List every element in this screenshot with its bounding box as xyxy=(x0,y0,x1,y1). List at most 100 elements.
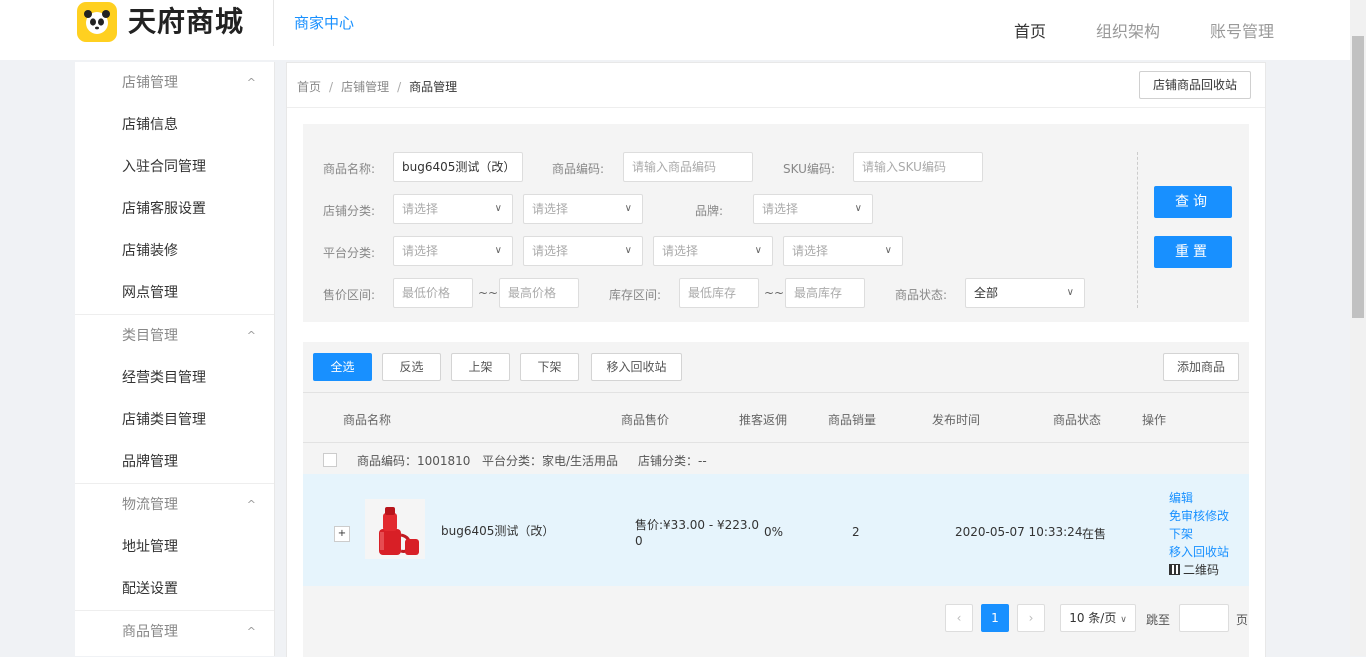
query-button[interactable]: 查询 xyxy=(1154,186,1232,218)
platform-category-select-4[interactable]: 请选择 ∨ xyxy=(783,236,903,266)
sales-value: 2 xyxy=(852,525,860,539)
sidebar-item-outlets[interactable]: 网点管理 xyxy=(75,272,274,314)
page-1-button[interactable]: 1 xyxy=(981,604,1009,632)
sidebar-group-logistics[interactable]: 物流管理 ^ xyxy=(75,483,274,526)
expand-row-icon[interactable]: + xyxy=(334,526,350,542)
max-stock-input[interactable]: 最高库存 xyxy=(785,278,865,308)
page-size-value: 10 条/页 xyxy=(1069,611,1117,625)
product-list-panel: 全选 反选 上架 下架 移入回收站 添加商品 商品名称 商品售价 推客返佣 商品… xyxy=(303,342,1249,657)
sidebar-item-customer-service[interactable]: 店铺客服设置 xyxy=(75,188,274,230)
shop-category-select-1[interactable]: 请选择 ∨ xyxy=(393,194,513,224)
chevron-down-icon: ∨ xyxy=(624,203,632,214)
nav-home[interactable]: 首页 xyxy=(1014,18,1046,42)
sidebar-item-shop-category[interactable]: 店铺类目管理 xyxy=(75,399,274,441)
edit-link[interactable]: 编辑 xyxy=(1169,489,1193,506)
product-name-input[interactable]: bug6405测试（改） xyxy=(393,152,523,182)
select-placeholder: 请选择 xyxy=(762,202,799,216)
sidebar-group-shop[interactable]: 店铺管理 ^ xyxy=(75,62,274,104)
quick-edit-link[interactable]: 免审核修改 xyxy=(1169,507,1229,524)
row-checkbox[interactable] xyxy=(323,453,337,467)
select-placeholder: 请选择 xyxy=(532,202,569,216)
status-select[interactable]: 全部 ∨ xyxy=(965,278,1085,308)
chevron-up-icon: ^ xyxy=(246,498,256,511)
shop-recycle-bin-button[interactable]: 店铺商品回收站 xyxy=(1139,71,1251,99)
scrollbar-thumb[interactable] xyxy=(1352,36,1364,318)
sidebar-item-decoration[interactable]: 店铺装修 xyxy=(75,230,274,272)
price-range-line1: 售价:¥33.00 - ¥223.0 xyxy=(635,518,759,532)
breadcrumb: 首页 / 店铺管理 / 商品管理 xyxy=(297,78,457,95)
product-code: 商品编码：1001810 xyxy=(357,454,471,468)
min-price-input[interactable]: 最低价格 xyxy=(393,278,473,308)
page-size-select[interactable]: 10 条/页 ∨ xyxy=(1060,604,1136,632)
divider xyxy=(287,107,1265,108)
range-separator: ~~ xyxy=(764,286,785,300)
shop-category-select-2[interactable]: 请选择 ∨ xyxy=(523,194,643,224)
sidebar-group-label: 店铺管理 xyxy=(122,75,178,91)
move-recycle-link[interactable]: 移入回收站 xyxy=(1169,543,1229,560)
select-all-button[interactable]: 全选 xyxy=(313,353,372,381)
nav-account[interactable]: 账号管理 xyxy=(1210,18,1274,42)
sidebar-group-products[interactable]: 商品管理 ^ xyxy=(75,610,274,653)
platform-category-select-1[interactable]: 请选择 ∨ xyxy=(393,236,513,266)
breadcrumb-home[interactable]: 首页 xyxy=(297,80,321,94)
select-placeholder: 请选择 xyxy=(402,244,439,258)
select-placeholder: 请选择 xyxy=(662,244,699,258)
select-placeholder: 请选择 xyxy=(532,244,569,258)
goto-page-input[interactable] xyxy=(1179,604,1229,632)
sidebar-group-category[interactable]: 类目管理 ^ xyxy=(75,314,274,357)
filter-divider xyxy=(1137,152,1138,308)
sidebar-item-address[interactable]: 地址管理 xyxy=(75,526,274,568)
prev-page-button[interactable]: ‹ xyxy=(945,604,973,632)
panda-logo-icon[interactable] xyxy=(77,2,117,42)
page-scrollbar[interactable] xyxy=(1350,0,1366,656)
shop-category-label: 店铺分类: xyxy=(323,204,376,218)
logo-text[interactable]: 天府商城 xyxy=(128,0,244,44)
header-actions: 操作 xyxy=(1142,413,1167,427)
main-panel: 首页 / 店铺管理 / 商品管理 店铺商品回收站 商品名称: bug6405测试（改） … xyxy=(286,62,1266,657)
off-shelf-button[interactable]: 下架 xyxy=(520,353,579,381)
status-value: 在售 xyxy=(1082,527,1107,541)
reset-button[interactable]: 重置 xyxy=(1154,236,1232,268)
max-price-input[interactable]: 最高价格 xyxy=(499,278,579,308)
breadcrumb-separator: / xyxy=(329,80,334,94)
header-product-name: 商品名称 xyxy=(343,413,392,427)
table-row: + bug6405测试（改） 售价:¥33.00 - ¥223.0 0 0% 2… xyxy=(303,474,1249,586)
brand-select[interactable]: 请选择 ∨ xyxy=(753,194,873,224)
sidebar-item-contract[interactable]: 入驻合同管理 xyxy=(75,146,274,188)
breadcrumb-shop[interactable]: 店铺管理 xyxy=(341,80,389,94)
product-name[interactable]: bug6405测试（改） xyxy=(441,522,554,539)
product-code-input[interactable]: 请输入商品编码 xyxy=(623,152,753,182)
platform-category-select-2[interactable]: 请选择 ∨ xyxy=(523,236,643,266)
sidebar-group-label: 类目管理 xyxy=(122,328,178,344)
price-range-label: 售价区间: xyxy=(323,288,376,302)
product-thumbnail[interactable] xyxy=(365,499,425,559)
on-shelf-button[interactable]: 上架 xyxy=(451,353,510,381)
qr-code-icon xyxy=(1169,564,1180,575)
qr-code-link[interactable]: 二维码 xyxy=(1169,561,1219,578)
min-stock-input[interactable]: 最低库存 xyxy=(679,278,759,308)
nav-organization[interactable]: 组织架构 xyxy=(1096,18,1160,42)
sidebar-group-label: 物流管理 xyxy=(122,497,178,513)
sidebar-item-shop-info[interactable]: 店铺信息 xyxy=(75,104,274,146)
sidebar-item-brand[interactable]: 品牌管理 xyxy=(75,441,274,483)
next-page-button[interactable]: › xyxy=(1017,604,1045,632)
breadcrumb-separator: / xyxy=(397,80,402,94)
chevron-down-icon: ∨ xyxy=(1066,287,1074,298)
header-sales: 商品销量 xyxy=(828,413,877,427)
range-separator: ~~ xyxy=(478,286,499,300)
sidebar-item-business-category[interactable]: 经营类目管理 xyxy=(75,357,274,399)
status-label: 商品状态: xyxy=(895,288,948,302)
move-to-recycle-button[interactable]: 移入回收站 xyxy=(591,353,682,381)
off-shelf-link[interactable]: 下架 xyxy=(1169,525,1193,542)
platform-category: 平台分类：家电/生活用品 xyxy=(482,454,619,468)
merchant-center-link[interactable]: 商家中心 xyxy=(294,12,354,33)
platform-category-select-3[interactable]: 请选择 ∨ xyxy=(653,236,773,266)
sidebar-item-delivery[interactable]: 配送设置 xyxy=(75,568,274,610)
brand-label: 品牌: xyxy=(695,204,724,218)
chevron-down-icon: ∨ xyxy=(884,245,892,256)
goto-label: 跳至 xyxy=(1146,613,1171,627)
sku-code-input[interactable]: 请输入SKU编码 xyxy=(853,152,983,182)
invert-selection-button[interactable]: 反选 xyxy=(382,353,441,381)
add-product-button[interactable]: 添加商品 xyxy=(1163,353,1239,381)
platform-category-label: 平台分类: xyxy=(323,246,376,260)
